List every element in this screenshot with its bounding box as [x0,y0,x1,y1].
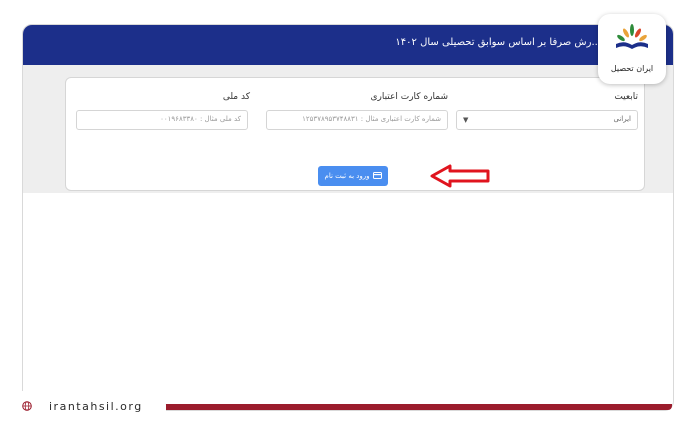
national-code-input[interactable]: کد ملی مثال : ۰۰۱۹۶۸۳۳۸۰ [76,110,248,130]
registration-form-card: تابعیت ایرانی ▼ شماره کارت اعتباری شماره… [65,77,645,191]
brand-name: ایران تحصیل [610,64,654,73]
register-button-label: ورود به ثبت نام [324,172,370,180]
nationality-value: ایرانی [613,115,631,123]
register-button[interactable]: ورود به ثبت نام [318,166,388,186]
page-header: ...رش صرفا بر اساس سوابق تحصیلی سال ۱۴۰۲ [23,25,673,65]
card-icon [372,171,382,181]
national-code-label: کد ملی [222,92,250,102]
book-logo-icon [616,24,648,49]
card-number-input[interactable]: شماره کارت اعتباری مثال : ۱۲۵۳۷۸۹۵۳۷۴۸۸۳… [266,110,448,130]
brand-logo: ایران تحصیل [598,14,666,84]
header-title: ...رش صرفا بر اساس سوابق تحصیلی سال ۱۴۰۲ [395,37,601,48]
site-url: irantahsil.org [49,400,143,413]
national-code-placeholder: کد ملی مثال : ۰۰۱۹۶۸۳۳۸۰ [160,115,241,123]
browser-window: ...رش صرفا بر اساس سوابق تحصیلی سال ۱۴۰۲… [22,24,674,411]
nationality-label: تابعیت [614,92,638,102]
globe-icon [22,401,32,411]
nationality-select[interactable]: ایرانی ▼ [456,110,638,130]
site-url-badge: irantahsil.org [16,391,166,421]
card-number-placeholder: شماره کارت اعتباری مثال : ۱۲۵۳۷۸۹۵۳۷۴۸۸۳… [302,115,441,123]
card-number-label: شماره کارت اعتباری [370,92,448,102]
chevron-down-icon: ▼ [463,116,469,124]
arrow-left-icon [430,164,490,188]
